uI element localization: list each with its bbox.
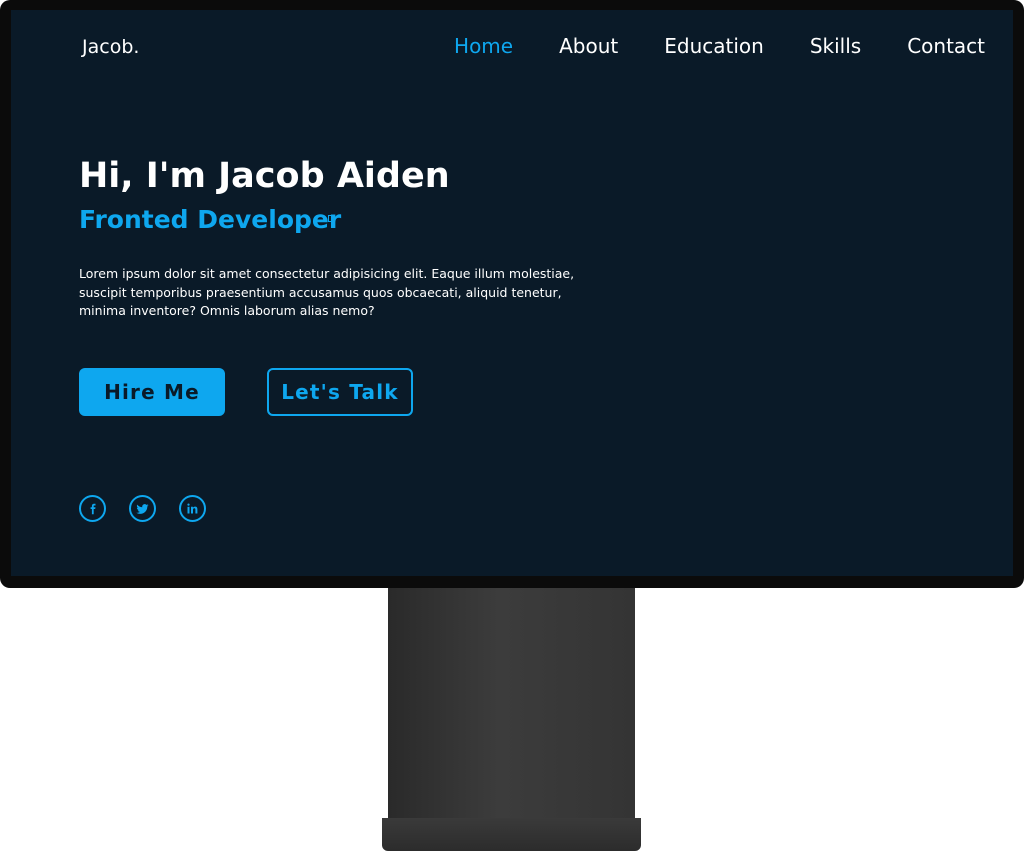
typing-cursor — [328, 215, 333, 222]
screen: Jacob. Home About Education Skills Conta… — [11, 10, 1013, 576]
hire-me-button[interactable]: Hire Me — [79, 368, 225, 416]
linkedin-link[interactable] — [179, 495, 206, 522]
monitor-stand — [388, 588, 635, 820]
nav-item-about[interactable]: About — [559, 34, 618, 58]
hero-description: Lorem ipsum dolor sit amet consectetur a… — [79, 266, 575, 318]
facebook-icon — [87, 503, 99, 515]
nav-item-education[interactable]: Education — [664, 34, 764, 58]
nav-item-home[interactable]: Home — [454, 34, 513, 58]
twitter-icon — [136, 503, 149, 515]
twitter-link[interactable] — [129, 495, 156, 522]
hero-title: Hi, I'm Jacob Aiden — [79, 156, 450, 196]
hero-subtitle: Fronted Developer — [79, 205, 342, 234]
logo[interactable]: Jacob. — [82, 36, 139, 58]
nav-item-contact[interactable]: Contact — [907, 34, 985, 58]
linkedin-icon — [187, 503, 198, 514]
nav-item-skills[interactable]: Skills — [810, 34, 861, 58]
monitor-stand-base — [382, 818, 641, 851]
lets-talk-button[interactable]: Let's Talk — [267, 368, 413, 416]
monitor-frame: Jacob. Home About Education Skills Conta… — [0, 0, 1024, 588]
facebook-link[interactable] — [79, 495, 106, 522]
main-nav: Home About Education Skills Contact — [408, 34, 985, 58]
